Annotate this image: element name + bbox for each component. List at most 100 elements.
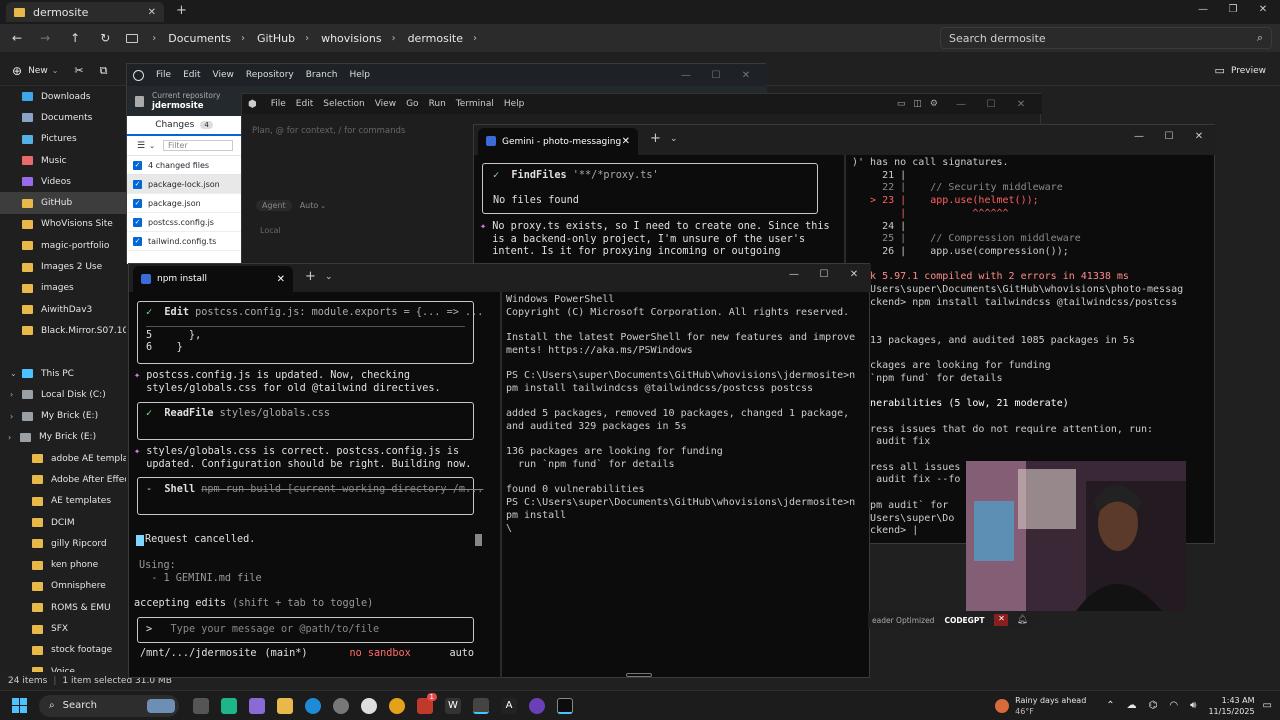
new-tab-icon[interactable]: + <box>650 131 661 146</box>
changed-file-row[interactable]: ✓ postcss.config.js <box>127 213 241 232</box>
maximize-icon[interactable]: ☐ <box>809 269 839 280</box>
explorer-search-box[interactable]: Search dermosite ⌕ <box>940 27 1272 49</box>
changed-file-row[interactable]: ✓ package-lock.json <box>127 175 241 194</box>
refresh-icon[interactable]: ↻ <box>100 31 110 45</box>
sidebar-item[interactable]: adobe AE templates <box>0 448 126 469</box>
close-tab-icon[interactable]: ✕ <box>622 136 630 147</box>
sidebar-item[interactable]: Downloads <box>0 86 126 107</box>
sidebar-item[interactable]: Voice <box>0 661 126 672</box>
menu-go[interactable]: Go <box>406 99 418 109</box>
new-tab-icon[interactable]: + <box>305 269 316 284</box>
ai-app-icon[interactable]: A <box>501 697 517 714</box>
pane-divider[interactable] <box>500 292 502 679</box>
scrollbar-thumb[interactable] <box>475 534 482 546</box>
close-icon[interactable]: ✕ <box>839 269 869 280</box>
menu-help[interactable]: Help <box>349 70 370 80</box>
menu-edit[interactable]: Edit <box>296 99 313 109</box>
close-tab-icon[interactable]: ✕ <box>277 274 285 285</box>
preview-button[interactable]: Preview <box>1231 66 1266 76</box>
menu-file[interactable]: File <box>271 99 286 109</box>
menu-repository[interactable]: Repository <box>246 70 294 80</box>
checkbox-checked-icon[interactable]: ✓ <box>133 217 142 227</box>
sidebar-item[interactable]: Adobe After Effects Aut <box>0 469 126 490</box>
checkbox-checked-icon[interactable]: ✓ <box>133 160 142 170</box>
chatgpt-icon[interactable] <box>361 697 377 714</box>
gear-icon[interactable]: ⚙ <box>930 99 938 109</box>
clock[interactable]: 1:43 AM 11/15/2025 <box>1208 695 1254 717</box>
message-input[interactable]: > Type your message or @path/to/file <box>137 617 474 643</box>
menu-file[interactable]: File <box>156 70 171 80</box>
sidebar-item[interactable]: magic-portfolio <box>0 235 126 256</box>
close-icon[interactable]: ✕ <box>1184 131 1214 142</box>
close-icon[interactable]: ✕ <box>1006 99 1036 110</box>
sidebar-item[interactable]: GitHub <box>0 192 126 214</box>
chevron-down-icon[interactable]: ⌄ <box>670 134 678 144</box>
minimize-icon[interactable]: — <box>671 70 701 81</box>
sidebar-item[interactable]: ⌄ This PC <box>0 363 126 384</box>
network-icon[interactable]: ⌬ <box>1149 700 1158 711</box>
codegpt-label[interactable]: CODEGPT <box>944 616 984 625</box>
bell-icon[interactable]: 🔔︎ <box>1016 615 1027 625</box>
onedrive-icon[interactable]: ☁ <box>1127 700 1137 711</box>
sidebar-item[interactable]: WhoVisions Site <box>0 214 126 235</box>
cut-icon[interactable]: ✂ <box>74 64 83 77</box>
sidebar-item[interactable]: Black.Mirror.S07.1080p.x2 <box>0 320 126 341</box>
app-icon[interactable] <box>221 697 237 714</box>
chevron-right-icon[interactable]: › <box>10 412 20 421</box>
sidebar-item[interactable]: images <box>0 278 126 299</box>
settings-icon[interactable] <box>333 697 349 714</box>
taskbar-search[interactable]: ⌕ Search <box>39 694 179 717</box>
windows-start-icon[interactable] <box>12 698 27 713</box>
panel-icon[interactable]: ◫ <box>913 99 922 109</box>
sidebar-item[interactable]: DCIM <box>0 512 126 533</box>
checkbox-checked-icon[interactable]: ✓ <box>133 236 142 246</box>
checkbox-checked-icon[interactable]: ✓ <box>133 198 142 208</box>
maximize-icon[interactable]: ☐ <box>701 70 731 81</box>
filter-input[interactable]: Filter <box>162 140 233 151</box>
sidebar-item[interactable]: › Local Disk (C:) <box>0 384 126 405</box>
sidebar-item[interactable]: Images 2 Use <box>0 256 126 277</box>
sidebar-item[interactable]: SFX <box>0 618 126 639</box>
minimize-icon[interactable]: — <box>946 99 976 110</box>
chevron-down-icon[interactable]: ⌄ <box>10 369 20 378</box>
sidebar-item[interactable]: › My Brick (E:) <box>0 405 126 426</box>
notification-center-icon[interactable]: ▭ <box>1263 700 1272 711</box>
breadcrumb-dermosite[interactable]: dermosite <box>408 32 463 45</box>
github-desktop-icon[interactable] <box>529 697 545 714</box>
resize-handle[interactable] <box>626 673 652 677</box>
gemini-tab[interactable]: Gemini - photo-messaging ✕ <box>478 128 638 155</box>
copilot-icon[interactable] <box>249 697 265 714</box>
windows-terminal-icon[interactable] <box>557 697 573 714</box>
changed-file-row[interactable]: ✓ package.json <box>127 194 241 213</box>
new-button[interactable]: New <box>28 66 48 76</box>
sidebar-item[interactable]: Documents <box>0 107 126 128</box>
sidebar-item[interactable]: gilly Ripcord <box>0 533 126 554</box>
wifi-icon[interactable]: ◠ <box>1169 700 1178 711</box>
epic-games-icon[interactable]: W <box>445 697 461 714</box>
chevron-down-icon[interactable]: ⌄ <box>325 272 333 282</box>
npm-tab[interactable]: npm install ✕ <box>133 266 293 292</box>
close-icon[interactable]: ✕ <box>1248 4 1278 15</box>
minimize-icon[interactable]: — <box>779 269 809 280</box>
pin-icon[interactable]: ✕ <box>994 614 1009 626</box>
sidebar-item[interactable]: ROMS & EMU <box>0 597 126 618</box>
new-tab-icon[interactable]: + <box>176 3 187 18</box>
filter-icon[interactable]: ☰ <box>137 141 145 151</box>
forward-icon[interactable]: → <box>40 31 50 45</box>
menu-edit[interactable]: Edit <box>183 70 200 80</box>
agent-mode-selector[interactable]: Agent Auto ⌄ <box>256 200 326 211</box>
up-icon[interactable]: ↑ <box>70 31 80 45</box>
local-label[interactable]: Local <box>260 226 281 235</box>
file-explorer-icon[interactable] <box>277 697 293 714</box>
chevron-right-icon[interactable]: › <box>8 433 18 442</box>
weather-widget[interactable]: Rainy days ahead 46°F <box>1015 695 1086 717</box>
changed-file-row[interactable]: ✓ tailwind.config.ts <box>127 232 241 251</box>
breadcrumb-github[interactable]: GitHub <box>257 32 295 45</box>
copy-icon[interactable]: ⧉ <box>100 64 108 78</box>
chevron-up-icon[interactable]: ⌃ <box>1106 700 1114 711</box>
chat-input[interactable]: Plan, @ for context, / for commands <box>252 126 405 136</box>
select-all-row[interactable]: ✓ 4 changed files <box>127 156 241 175</box>
weather-icon[interactable] <box>995 698 1010 713</box>
menu-help[interactable]: Help <box>504 99 525 109</box>
maximize-icon[interactable]: ☐ <box>976 99 1006 110</box>
